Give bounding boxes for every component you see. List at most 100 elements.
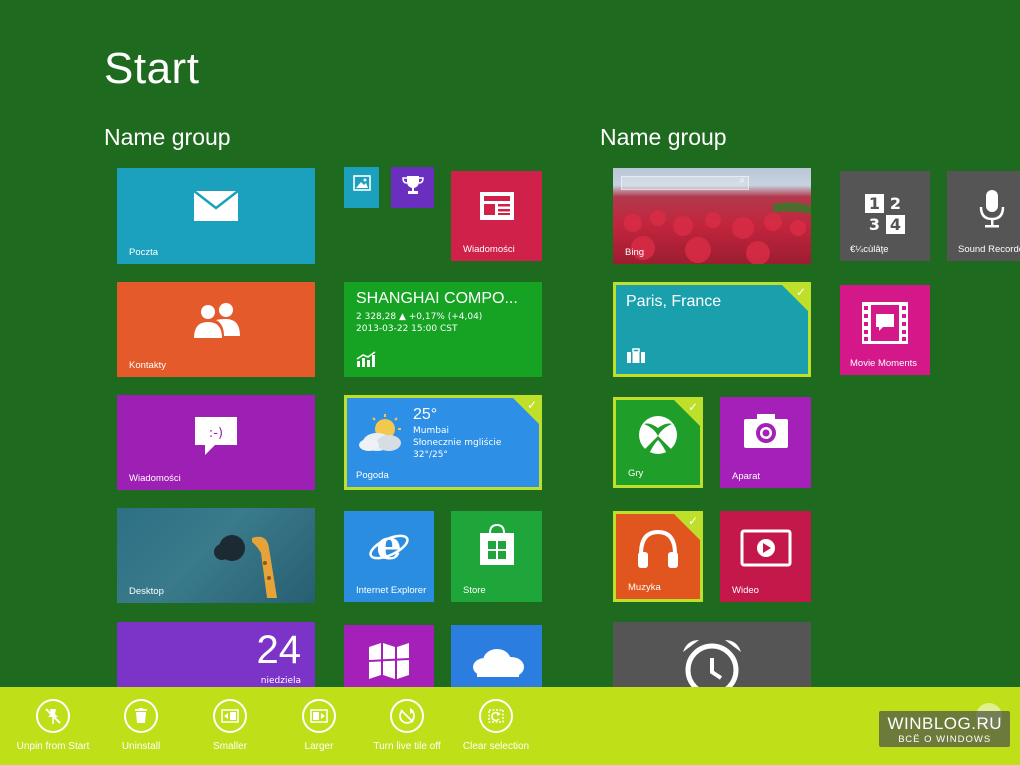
watermark-line1: WINBLOG.RU [887,714,1002,733]
store-bag-icon [451,523,542,567]
tile-calculator[interactable]: 1234 €¼cùlâţe [840,171,930,261]
tile-photos-small[interactable] [344,167,379,208]
tile-store-label: Store [463,585,486,596]
tile-desktop[interactable]: Desktop [117,508,315,603]
tile-messaging-label: Wiadomości [129,473,181,484]
tile-mail[interactable]: Poczta [117,168,315,264]
calendar-day: 24 [256,628,302,672]
film-strip-icon [840,301,930,345]
newspaper-icon [451,191,542,221]
live-tile-off-icon [390,699,424,733]
alarm-clock-icon [613,636,811,692]
tile-music-label: Muzyka [628,582,661,593]
selected-check-icon: ✓ [782,285,808,311]
bing-search-box[interactable]: ⌕ [621,175,749,190]
travel-city: Paris, France [626,293,722,310]
tile-people[interactable]: Kontakty [117,282,315,377]
tile-travel[interactable]: Paris, France ✓ [613,282,811,377]
camera-icon [720,413,811,449]
tile-calculator-label: €¼cùlâţe [850,244,889,255]
calendar-weekday: niedziela [260,676,301,686]
finance-quote: 2 328,28 ▲ +0,17% (+4,04) [356,312,483,322]
watermark-line2: ВСЁ О WINDOWS [898,734,992,745]
video-play-icon [720,529,811,567]
suitcase-icon [626,348,646,368]
unpin-from-start-button[interactable]: Unpin from Start [8,699,98,752]
tile-movie-moments[interactable]: Movie Moments [840,285,930,375]
weather-city: Mumbai [413,426,449,436]
svg-text:3: 3 [869,215,880,234]
live-tile-label: Turn live tile off [373,741,441,752]
tile-bing[interactable]: ⌕ Bing [613,168,811,264]
tile-mail-label: Poczta [129,247,159,258]
smaller-button[interactable]: Smaller [185,699,275,752]
chat-bubble-icon: :-) [117,415,315,457]
microphone-icon [979,189,1005,233]
start-screen: Start Name group Name group Poczta Wiado… [0,0,1020,765]
group-title-2[interactable]: Name group [600,124,727,151]
tile-movie-moments-label: Movie Moments [850,358,918,369]
tile-internet-explorer[interactable]: e Internet Explorer [344,511,434,602]
tile-sound-recorder[interactable]: Sound Recorde [947,171,1020,261]
calculator-icon: 1234 [840,193,930,235]
mail-icon [117,190,315,222]
larger-label: Larger [304,741,334,752]
finance-chart-icon [356,351,376,371]
tile-weather-label: Pogoda [356,470,389,481]
tile-alarms[interactable] [613,622,811,692]
weather-temp: 25° [413,406,438,423]
selected-check-icon: ✓ [513,398,539,424]
svg-text:4: 4 [890,215,901,234]
app-bar: Unpin from Start Uninstall Smaller Large… [0,687,1020,765]
turn-live-tile-off-button[interactable]: Turn live tile off [362,699,452,752]
map-icon [344,641,434,681]
tile-skydrive[interactable] [451,625,542,692]
watermark: WINBLOG.RU ВСЁ О WINDOWS [879,711,1010,747]
tile-maps[interactable] [344,625,434,692]
svg-text:1: 1 [869,194,880,213]
unpin-label: Unpin from Start [16,741,90,752]
larger-button[interactable]: Larger [274,699,364,752]
photos-icon [344,175,379,191]
tile-messaging[interactable]: :-) Wiadomości [117,395,315,490]
tile-trophy-small[interactable] [391,167,434,208]
clear-selection-icon [479,699,513,733]
start-title: Start [104,44,200,93]
tile-people-label: Kontakty [129,360,166,371]
tile-bing-label: Bing [625,247,645,258]
tile-finance[interactable]: SHANGHAI COMPO... 2 328,28 ▲ +0,17% (+4,… [344,282,542,377]
tile-camera-label: Aparat [732,471,760,482]
tile-weather[interactable]: 25° Mumbai Słonecznie mgliście 32°/25° P… [344,395,542,490]
finance-timestamp: 2013-03-22 15:00 CST [356,324,458,334]
svg-text:2: 2 [890,194,901,213]
tile-games[interactable]: Gry ✓ [613,397,703,488]
tile-video-label: Wideo [732,585,759,596]
weather-range: 32°/25° [413,450,448,460]
cloud-icon [451,643,542,679]
tile-camera[interactable]: Aparat [720,397,811,488]
clear-selection-button[interactable]: Clear selection [451,699,541,752]
uninstall-label: Uninstall [121,741,161,752]
selected-check-icon: ✓ [674,514,700,540]
people-icon [117,300,315,340]
uninstall-button[interactable]: Uninstall [96,699,186,752]
search-icon: ⌕ [739,175,745,186]
tile-news-label: Wiadomości [463,244,515,255]
tile-ie-label: Internet Explorer [356,585,427,596]
tile-games-label: Gry [628,468,644,479]
tile-video[interactable]: Wideo [720,511,811,602]
tile-calendar[interactable]: 24 niedziela [117,622,315,692]
tile-store[interactable]: Store [451,511,542,602]
group-title-1[interactable]: Name group [104,124,231,151]
tile-music[interactable]: Muzyka ✓ [613,511,703,602]
tile-sound-recorder-label: Sound Recorde [958,244,1020,255]
larger-icon [302,699,336,733]
tile-news[interactable]: Wiadomości [451,171,542,261]
partly-cloudy-icon [355,414,411,458]
tile-desktop-label: Desktop [129,586,164,597]
svg-text::-): :-) [209,426,223,441]
unpin-icon [36,699,70,733]
weather-desc: Słonecznie mgliście [413,438,502,448]
smaller-icon [213,699,247,733]
selected-check-icon: ✓ [674,400,700,426]
